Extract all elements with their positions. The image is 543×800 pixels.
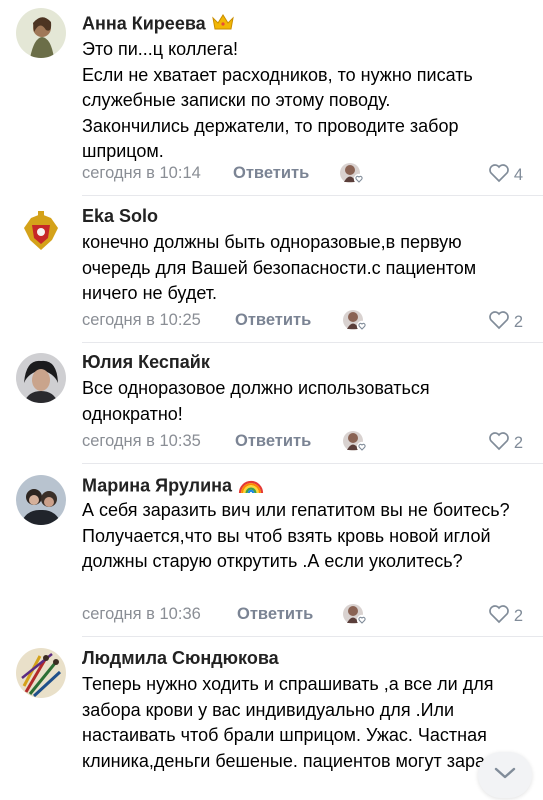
comment-text: Это пи...ц коллега! Если не хватает расх… — [82, 39, 473, 161]
author-name-text[interactable]: Марина Ярулина — [82, 475, 232, 495]
reply-button[interactable]: Ответить — [233, 164, 309, 183]
liked-by-avatar[interactable] — [339, 160, 365, 186]
heart-icon — [488, 431, 510, 456]
timestamp: сегодня в 10:35 — [82, 432, 201, 450]
author-name[interactable]: Людмила Сюндюкова — [82, 648, 279, 669]
comment-text: Теперь нужно ходить и спрашивать ,а все … — [82, 674, 521, 771]
scroll-down-button[interactable] — [478, 752, 532, 798]
like-count: 2 — [513, 313, 523, 331]
author-name-text[interactable]: Юлия Кеспайк — [82, 352, 210, 372]
comment-text: конечно должны быть одноразовые,в первую… — [82, 232, 477, 303]
like-count: 4 — [513, 166, 523, 184]
divider — [82, 463, 543, 464]
avatar[interactable] — [16, 648, 66, 698]
author-name-text[interactable]: Людмила Сюндюкова — [82, 648, 279, 668]
avatar[interactable] — [16, 206, 66, 256]
avatar[interactable] — [16, 475, 66, 525]
reply-button[interactable]: Ответить — [237, 605, 313, 624]
author-name-text[interactable]: Анна Киреева — [82, 13, 206, 33]
like-count: 2 — [513, 434, 523, 452]
liked-by-avatar[interactable] — [342, 428, 368, 454]
comment-text: Все одноразовое должно использоваться од… — [82, 378, 430, 424]
timestamp: сегодня в 10:36 — [82, 605, 201, 623]
like-button[interactable]: 2 — [488, 310, 523, 335]
divider — [82, 342, 543, 343]
comment-meta: сегодня в 10:25 Ответить 2 — [82, 309, 527, 333]
divider — [82, 636, 543, 637]
avatar[interactable] — [16, 8, 66, 58]
divider — [82, 195, 543, 196]
crown-icon — [211, 13, 234, 36]
like-button[interactable]: 2 — [488, 431, 523, 456]
heart-icon — [488, 604, 510, 629]
comment-meta: сегодня в 10:36 Ответить 2 — [82, 603, 527, 627]
rainbow-icon — [238, 474, 264, 499]
timestamp: сегодня в 10:14 — [82, 164, 201, 182]
chevron-down-icon — [493, 766, 517, 785]
liked-by-avatar[interactable] — [342, 601, 368, 627]
comment-meta: сегодня в 10:35 Ответить 2 — [82, 430, 527, 454]
like-button[interactable]: 4 — [488, 163, 523, 188]
comment-text: А себя заразить вич или гепатитом вы не … — [82, 500, 510, 571]
heart-icon — [488, 163, 510, 188]
like-button[interactable]: 2 — [488, 604, 523, 629]
reply-button[interactable]: Ответить — [235, 432, 311, 451]
author-name[interactable]: Анна Киреева — [82, 13, 234, 36]
author-name[interactable]: Марина Ярулина — [82, 474, 264, 499]
author-name[interactable]: Eka Solo — [82, 206, 158, 227]
reply-button[interactable]: Ответить — [235, 311, 311, 330]
comment-meta: сегодня в 10:14 Ответить 4 — [82, 162, 527, 186]
author-name[interactable]: Юлия Кеспайк — [82, 352, 210, 373]
avatar[interactable] — [16, 353, 66, 403]
like-count: 2 — [513, 607, 523, 625]
author-name-text[interactable]: Eka Solo — [82, 206, 158, 226]
liked-by-avatar[interactable] — [342, 307, 368, 333]
timestamp: сегодня в 10:25 — [82, 311, 201, 329]
heart-icon — [488, 310, 510, 335]
